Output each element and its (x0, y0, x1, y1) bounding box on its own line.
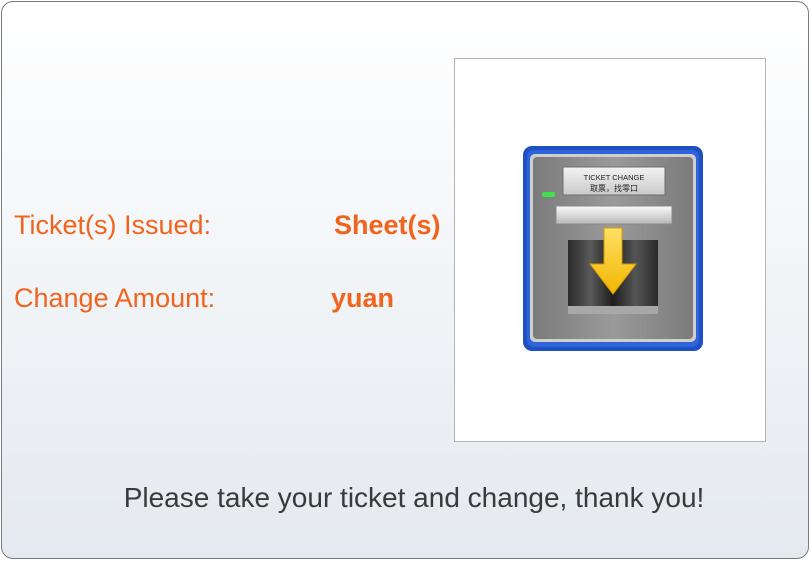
dispenser-sign-line2: 取票，找零口 (590, 183, 638, 193)
tickets-unit-label: Sheet(s) (334, 210, 441, 240)
change-unit-label: yuan (331, 283, 395, 313)
dispenser-sign-line1: TICKET CHANGE (584, 173, 645, 182)
tickets-issued-label: Ticket(s) Issued: (14, 210, 212, 240)
ticket-change-dispenser-icon: TICKET CHANGE 取票，找零口 (523, 146, 703, 351)
change-amount-label: Change Amount: (14, 283, 216, 313)
thank-you-message: Please take your ticket and change, than… (123, 482, 705, 513)
